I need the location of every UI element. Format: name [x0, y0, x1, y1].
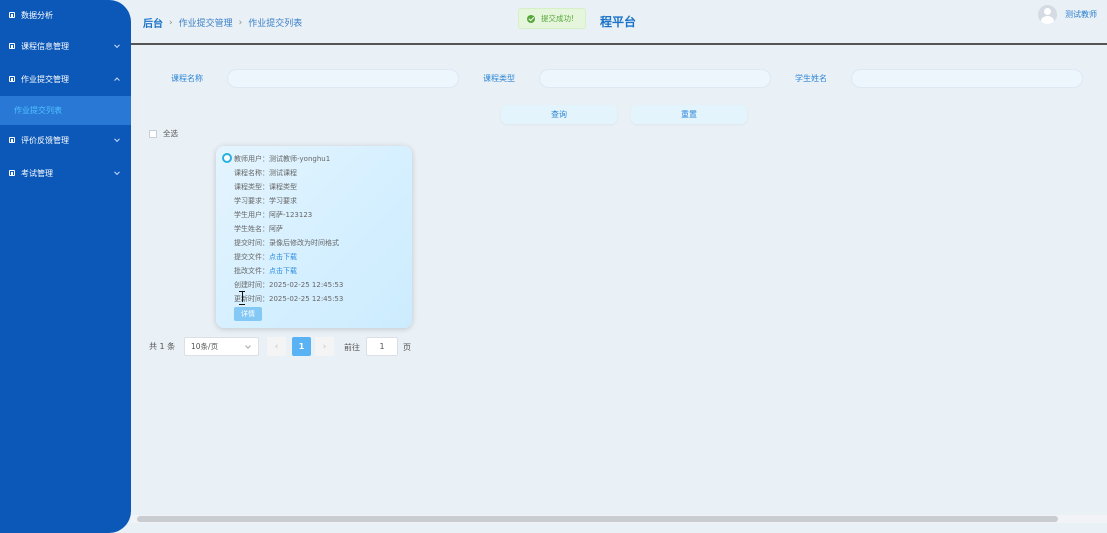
goto-page-input[interactable] [366, 337, 398, 356]
card-select-radio[interactable] [222, 153, 232, 163]
breadcrumb-separator-icon: › [238, 17, 243, 28]
card-row-key: 批改文件： [234, 267, 269, 275]
text-cursor-icon [239, 291, 245, 305]
card-row-course-type: 课程类型：课程类型 [234, 182, 297, 192]
page-unit-label: 页 [403, 343, 411, 352]
success-toast: 提交成功! [518, 8, 586, 29]
goto-label: 前往 [344, 343, 360, 352]
student-name-label: 学生姓名 [795, 74, 827, 83]
check-circle-icon [527, 14, 535, 23]
reset-button[interactable]: 重置 [631, 105, 747, 124]
sidebar: 数据分析 课程信息管理 作业提交管理 作业提交列表 评价反馈管理 考试管理 [0, 0, 131, 533]
user-menu[interactable]: 测试教师 [1038, 5, 1097, 24]
card-row-value: 测试教师-yonghu1 [269, 155, 331, 163]
card-row-value: 阿萨 [269, 225, 283, 233]
card-row-value: 学习要求 [269, 197, 297, 205]
sidebar-item-course-info[interactable]: 课程信息管理 [0, 31, 131, 61]
course-name-input[interactable] [227, 69, 459, 88]
menu-icon [9, 12, 15, 18]
sidebar-item-label: 考试管理 [21, 168, 53, 178]
sidebar-item-label: 评价反馈管理 [21, 135, 69, 145]
card-row-key: 学习要求： [234, 197, 269, 205]
site-title: 程平台 [600, 15, 637, 29]
detail-button[interactable]: 详情 [234, 307, 262, 321]
sidebar-item-label: 数据分析 [21, 10, 53, 20]
horizontal-scrollbar-thumb[interactable] [137, 516, 1058, 522]
card-row-student-name: 学生姓名：阿萨 [234, 224, 283, 234]
chevron-right-icon: › [322, 341, 327, 352]
card-row-teacher-user: 教师用户：测试教师-yonghu1 [234, 154, 330, 164]
menu-icon [9, 43, 15, 49]
chevron-left-icon: ‹ [274, 341, 279, 352]
breadcrumb-root[interactable]: 后台 [143, 15, 163, 30]
student-name-input[interactable] [851, 69, 1083, 88]
avatar[interactable] [1038, 5, 1057, 24]
card-row-key: 课程类型： [234, 183, 269, 191]
breadcrumb-item[interactable]: 作业提交管理 [179, 16, 233, 29]
page-number-current[interactable]: 1 [292, 337, 311, 356]
menu-icon [9, 137, 15, 143]
card-row-value: 阿萨-123123 [269, 211, 313, 219]
card-row-value: 测试课程 [269, 169, 297, 177]
card-row-course-name: 课程名称：测试课程 [234, 168, 297, 178]
chevron-down-icon [114, 169, 120, 176]
card-row-key: 创建时间： [234, 281, 269, 289]
card-row-key: 提交文件： [234, 253, 269, 261]
card-row-submit-time: 提交时间：录像后修改为时间格式 [234, 238, 339, 248]
sidebar-item-label: 课程信息管理 [21, 41, 69, 51]
username[interactable]: 测试教师 [1065, 9, 1097, 20]
sidebar-item-exam[interactable]: 考试管理 [0, 158, 131, 188]
chevron-down-icon [114, 136, 120, 143]
pagination-total: 共 1 条 [149, 342, 176, 351]
bottom-band [131, 523, 1107, 533]
sidebar-item-feedback[interactable]: 评价反馈管理 [0, 125, 131, 155]
card-row-key: 教师用户： [234, 155, 269, 163]
sidebar-subitem-homework-list[interactable]: 作业提交列表 [0, 96, 131, 125]
query-button[interactable]: 查询 [501, 105, 617, 124]
sidebar-item-homework-submission[interactable]: 作业提交管理 [0, 64, 131, 94]
card-row-value: 2025-02-25 12:45:53 [269, 295, 344, 303]
next-page-button[interactable]: › [315, 337, 334, 356]
breadcrumb-separator-icon: › [169, 17, 173, 28]
page-size-select[interactable]: 10条/页 [184, 337, 259, 356]
chevron-up-icon [114, 77, 120, 84]
chevron-down-icon [245, 343, 251, 349]
breadcrumb: 后台 › 作业提交管理 › 作业提交列表 [143, 15, 303, 31]
card-row-submit-file: 提交文件：点击下载 [234, 252, 297, 262]
card-row-student-user: 学生用户：阿萨-123123 [234, 210, 312, 220]
graded-file-download-link[interactable]: 点击下载 [269, 267, 297, 275]
card-row-key: 学生用户： [234, 211, 269, 219]
breadcrumb-item-current: 作业提交列表 [248, 19, 303, 29]
card-row-key: 课程名称： [234, 169, 269, 177]
select-all-checkbox[interactable] [149, 129, 157, 138]
card-row-value: 2025-02-25 12:45:53 [269, 281, 344, 289]
course-type-label: 课程类型 [483, 74, 515, 83]
card-row-graded-file: 批改文件：点击下载 [234, 266, 297, 276]
card-row-key: 提交时间： [234, 239, 269, 247]
sidebar-item-data-analysis[interactable]: 数据分析 [0, 0, 131, 30]
submit-file-download-link[interactable]: 点击下载 [269, 253, 297, 261]
card-row-key: 学生姓名： [234, 225, 269, 233]
card-row-value: 课程类型 [269, 183, 297, 191]
card-row-created-time: 创建时间：2025-02-25 12:45:53 [234, 280, 343, 290]
top-header: 后台 › 作业提交管理 › 作业提交列表 程平台 提交成功! 测试教师 [131, 0, 1107, 45]
menu-icon [9, 170, 15, 176]
card-row-updated-time: 更新时间：2025-02-25 12:45:53 [234, 294, 343, 304]
card-row-value: 录像后修改为时间格式 [269, 239, 339, 247]
page-size-value: 10条/页 [191, 342, 219, 351]
card-row-study-requirement: 学习要求：学习要求 [234, 196, 297, 206]
toast-message: 提交成功! [541, 14, 575, 23]
sidebar-item-label: 作业提交管理 [21, 74, 69, 84]
course-type-input[interactable] [539, 69, 771, 88]
select-all-label: 全选 [163, 129, 178, 138]
prev-page-button[interactable]: ‹ [267, 337, 286, 356]
select-all[interactable]: 全选 [149, 128, 178, 139]
chevron-down-icon [114, 42, 120, 49]
submission-card: 教师用户：测试教师-yonghu1 课程名称：测试课程 课程类型：课程类型 学习… [216, 146, 412, 328]
menu-icon [9, 76, 15, 82]
course-name-label: 课程名称 [171, 74, 203, 83]
